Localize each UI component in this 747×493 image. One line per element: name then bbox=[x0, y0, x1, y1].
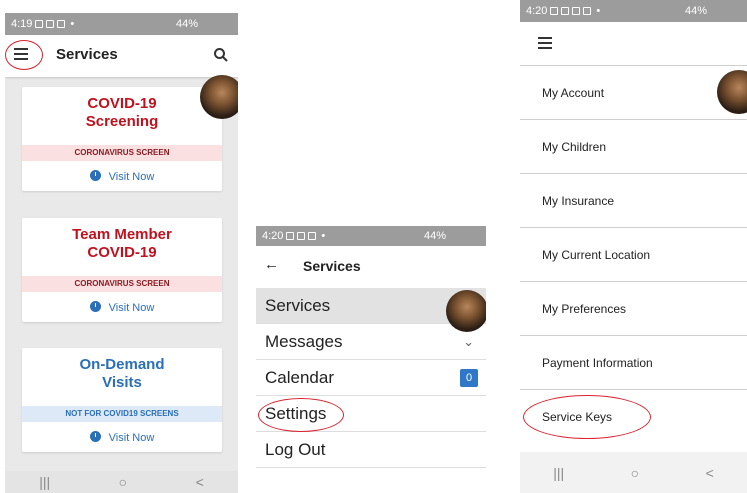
card-title: On-Demand bbox=[79, 356, 165, 373]
home-button[interactable]: ○ bbox=[119, 474, 127, 490]
menu-item-messages[interactable]: Messages ⌄ bbox=[256, 324, 486, 360]
recents-button[interactable]: ||| bbox=[553, 465, 564, 481]
clock-icon bbox=[89, 170, 101, 181]
app-bar: ← Services bbox=[256, 246, 486, 286]
system-nav-bar: ||| ○ < bbox=[5, 471, 238, 493]
recents-button[interactable]: ||| bbox=[39, 474, 50, 490]
visit-now-button[interactable]: Visit Now bbox=[22, 428, 222, 448]
menu-item-my-children[interactable]: My Children bbox=[520, 120, 747, 174]
drawer-menu-screen: 4:20 • 44% ← Services Services Messages … bbox=[256, 226, 486, 476]
status-bar: 4:20 • 44% bbox=[520, 0, 747, 22]
status-time: 4:19 bbox=[11, 18, 33, 30]
menu-item-my-insurance[interactable]: My Insurance bbox=[520, 174, 747, 228]
menu-item-my-preferences[interactable]: My Preferences bbox=[520, 282, 747, 336]
menu-item-settings[interactable]: Settings bbox=[256, 396, 486, 432]
app-bar bbox=[520, 22, 747, 66]
menu-item-service-keys[interactable]: Service Keys bbox=[520, 390, 747, 444]
account-menu-screen: 4:20 • 44% My Account My Children My Ins… bbox=[520, 0, 747, 493]
system-nav-bar: ||| ○ < bbox=[520, 452, 747, 493]
card-title: Visits bbox=[102, 374, 142, 391]
visit-now-button[interactable]: Visit Now bbox=[22, 167, 222, 187]
back-button[interactable]: < bbox=[706, 465, 714, 481]
card-title: Team Member bbox=[72, 226, 172, 243]
service-card[interactable]: COVID-19 Screening CORONAVIRUS SCREEN Vi… bbox=[22, 87, 222, 191]
status-time: 4:20 bbox=[262, 230, 284, 242]
home-button[interactable]: ○ bbox=[631, 465, 639, 481]
avatar[interactable] bbox=[446, 290, 486, 332]
card-title: COVID-19 bbox=[87, 95, 157, 112]
services-screen: 4:19 • 44% Services COVID-19 Screening C… bbox=[5, 13, 238, 493]
clock-icon bbox=[89, 301, 101, 312]
menu-item-my-account[interactable]: My Account bbox=[520, 66, 747, 120]
app-bar: Services bbox=[5, 35, 238, 77]
search-icon[interactable] bbox=[213, 47, 229, 63]
card-banner: NOT FOR COVID19 SCREENS bbox=[22, 406, 222, 422]
card-title: COVID-19 bbox=[87, 244, 157, 261]
menu-item-my-current-location[interactable]: My Current Location bbox=[520, 228, 747, 282]
menu-item-calendar[interactable]: Calendar 0 bbox=[256, 360, 486, 396]
service-card[interactable]: On-Demand Visits NOT FOR COVID19 SCREENS… bbox=[22, 348, 222, 452]
service-card[interactable]: Team Member COVID-19 CORONAVIRUS SCREEN … bbox=[22, 218, 222, 322]
card-banner: CORONAVIRUS SCREEN bbox=[22, 145, 222, 161]
clock-icon bbox=[89, 431, 101, 442]
menu-item-payment-information[interactable]: Payment Information bbox=[520, 336, 747, 390]
page-title: Services bbox=[303, 258, 361, 274]
hamburger-icon[interactable] bbox=[13, 47, 31, 61]
status-bar: 4:19 • 44% bbox=[5, 13, 238, 35]
back-arrow-icon[interactable]: ← bbox=[264, 256, 279, 273]
page-title: Services bbox=[56, 46, 118, 63]
status-battery: 44% bbox=[684, 5, 707, 17]
menu-item-log-out[interactable]: Log Out bbox=[256, 432, 486, 468]
hamburger-icon[interactable] bbox=[538, 37, 554, 49]
calendar-badge: 0 bbox=[460, 369, 478, 387]
avatar[interactable] bbox=[200, 75, 238, 119]
back-button[interactable]: < bbox=[196, 474, 204, 490]
status-battery: 44% bbox=[175, 18, 198, 30]
card-title: Screening bbox=[85, 113, 159, 130]
status-bar: 4:20 • 44% bbox=[256, 226, 486, 246]
card-banner: CORONAVIRUS SCREEN bbox=[22, 276, 222, 292]
visit-now-button[interactable]: Visit Now bbox=[22, 298, 222, 318]
status-battery: 44% bbox=[423, 230, 446, 242]
status-time: 4:20 bbox=[526, 5, 548, 17]
